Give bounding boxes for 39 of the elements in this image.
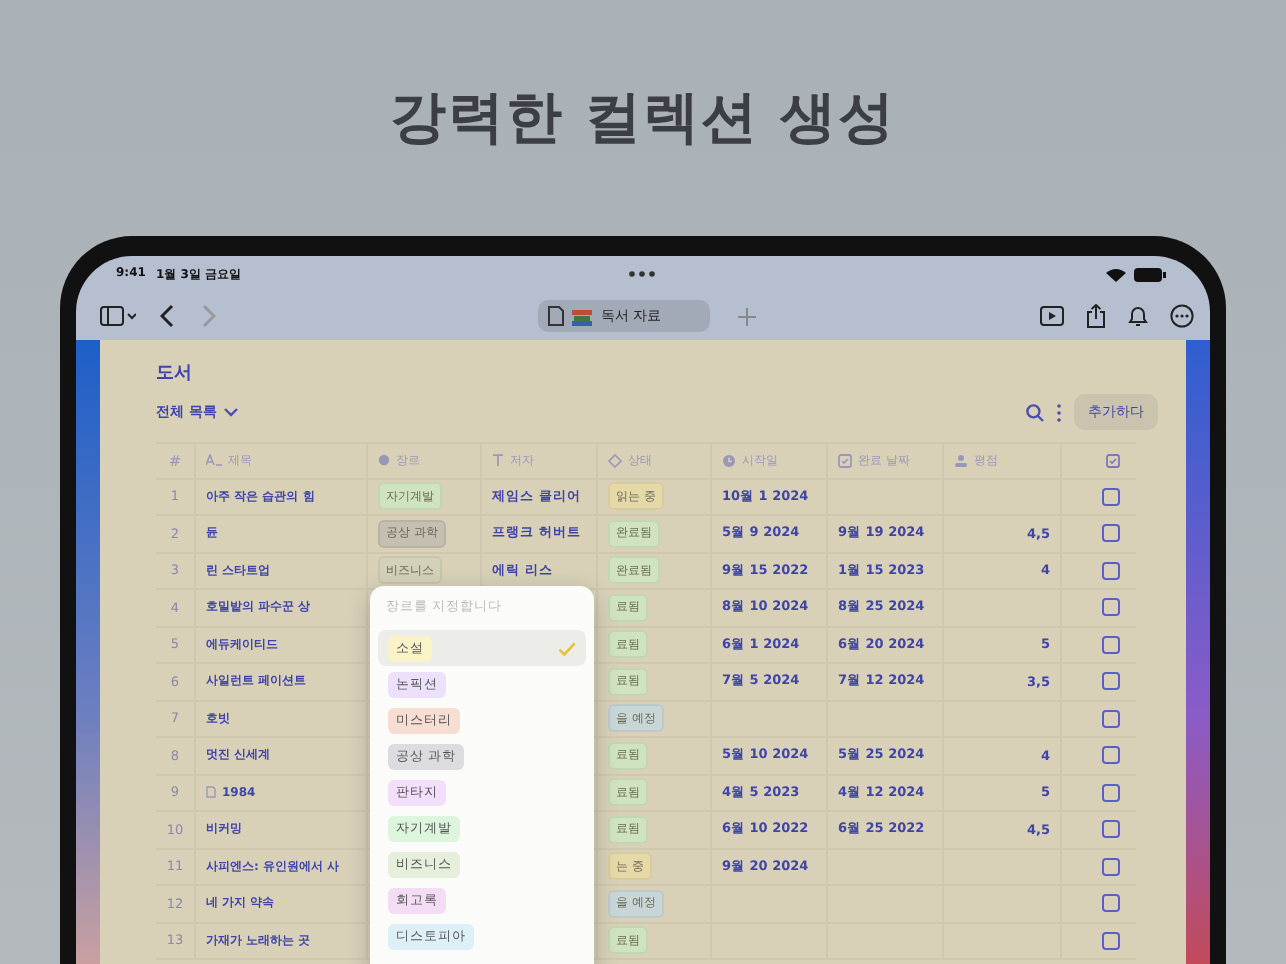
battery-icon (1134, 267, 1166, 281)
collection-title: 도서 (156, 362, 194, 388)
plus-icon[interactable] (737, 307, 756, 325)
calendar-icon (838, 453, 852, 468)
checkbox[interactable] (1102, 783, 1120, 802)
checkbox[interactable] (1102, 709, 1120, 728)
person-icon (954, 453, 968, 468)
checkbox[interactable] (1102, 672, 1120, 691)
checkbox[interactable] (1102, 598, 1120, 617)
more-vertical-icon[interactable] (1056, 403, 1062, 421)
chevron-down-icon (224, 407, 239, 417)
checkbox[interactable] (1102, 894, 1120, 913)
more-dots-icon (627, 270, 655, 278)
books-icon (572, 307, 593, 325)
checkbox[interactable] (1102, 857, 1120, 876)
checkbox[interactable] (1102, 487, 1120, 506)
tag-icon (378, 454, 390, 467)
wifi-icon (1106, 267, 1126, 281)
checkbox-column-icon (1106, 453, 1120, 468)
play-icon[interactable] (1039, 306, 1064, 326)
checkbox[interactable] (1102, 820, 1120, 839)
checkbox[interactable] (1102, 746, 1120, 765)
search-icon[interactable] (1026, 403, 1044, 421)
document-icon (548, 306, 565, 326)
checkbox[interactable] (1102, 561, 1120, 580)
checkmark-icon (558, 641, 576, 655)
text-type-icon (492, 454, 504, 467)
checkbox[interactable] (1102, 524, 1120, 543)
share-icon[interactable] (1085, 304, 1106, 328)
checkbox[interactable] (1102, 635, 1120, 654)
back-icon[interactable] (160, 304, 176, 328)
more-icon[interactable] (1169, 304, 1194, 328)
checkbox[interactable] (1102, 931, 1120, 950)
clock-icon (722, 453, 736, 468)
text-field-icon (206, 454, 222, 467)
sidebar-icon[interactable] (100, 306, 136, 326)
headline: 강력한 컬렉션 생성 (389, 82, 897, 154)
bell-icon[interactable] (1127, 304, 1148, 328)
status-icon (608, 453, 622, 468)
